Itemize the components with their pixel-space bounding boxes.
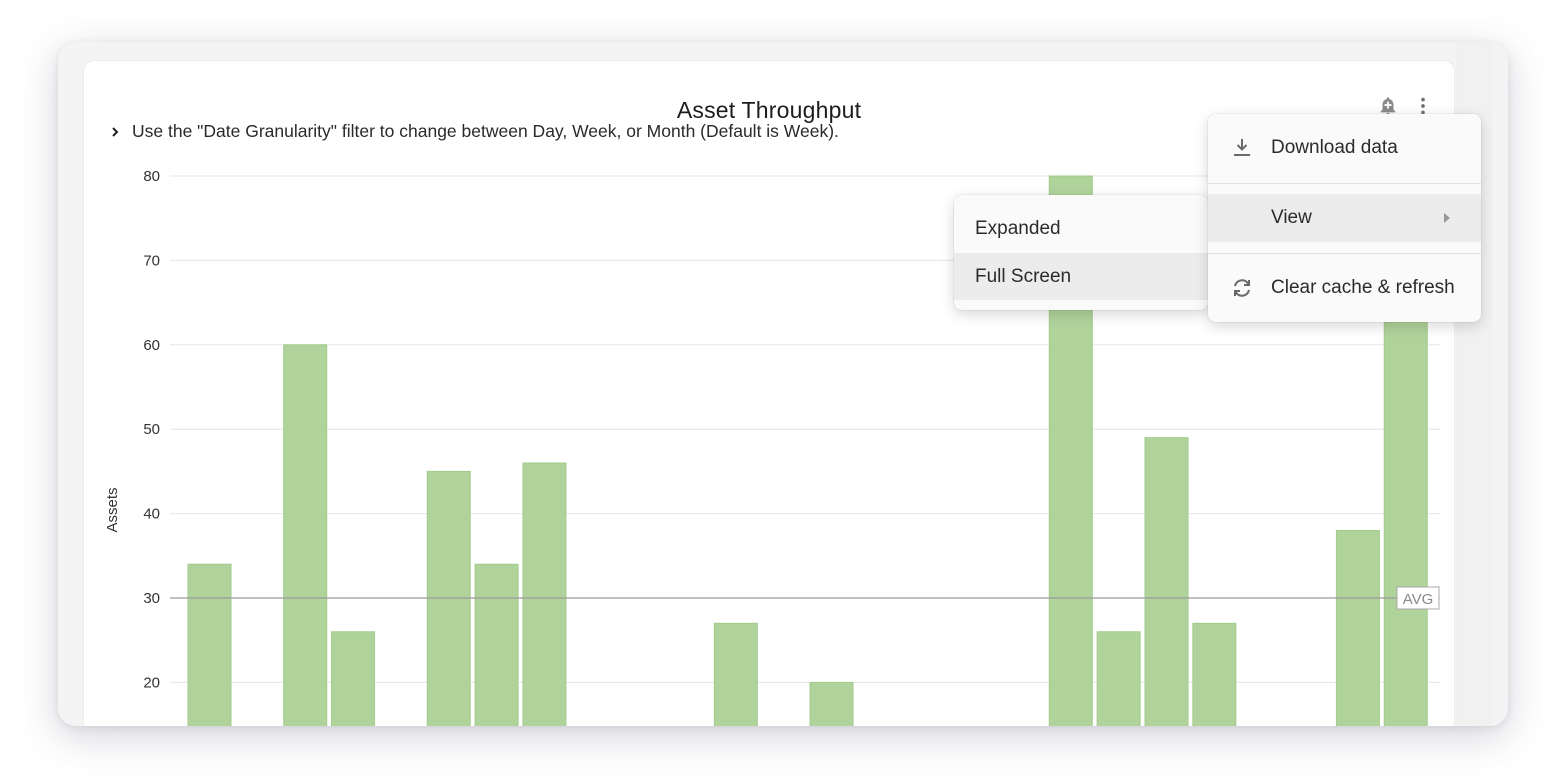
y-tick-label: 80 (143, 168, 160, 185)
download-icon (1234, 139, 1250, 156)
submenu-item-label: Expanded (975, 218, 1061, 239)
bar (331, 631, 376, 726)
menu-item-download-data[interactable]: Download data (1208, 124, 1481, 172)
bar (283, 344, 328, 726)
refresh-icon (1234, 279, 1250, 297)
menu-item-label: View (1271, 207, 1312, 228)
view-submenu: Expanded Full Screen (954, 195, 1208, 310)
y-axis-label: Assets (104, 487, 121, 532)
bar (1144, 437, 1189, 726)
bar (809, 681, 854, 726)
menu-item-view[interactable]: View (1208, 194, 1481, 242)
submenu-item-label: Full Screen (975, 265, 1072, 287)
menu-item-clear-cache[interactable]: Clear cache & refresh (1208, 264, 1481, 312)
menu-divider (1208, 183, 1481, 184)
bar (426, 470, 471, 726)
bar (522, 462, 567, 726)
menu-divider (1208, 253, 1481, 254)
bar (713, 622, 758, 726)
bar (187, 563, 232, 726)
bar (474, 563, 519, 726)
y-tick-label: 30 (143, 590, 160, 607)
bar (1192, 622, 1237, 726)
y-tick-label: 50 (143, 421, 160, 438)
y-tick-label: 70 (143, 252, 160, 269)
avg-label: AVG (1403, 591, 1434, 608)
tile-options-menu: Download data View Clear cache & refresh (1208, 114, 1481, 322)
bar (1096, 631, 1141, 726)
y-tick-label: 60 (143, 337, 160, 354)
submenu-item-full-screen[interactable]: Full Screen (954, 253, 1208, 300)
submenu-item-expanded[interactable]: Expanded (954, 205, 1208, 253)
submenu-arrow-icon (1444, 213, 1450, 223)
menu-item-label: Download data (1271, 137, 1398, 158)
y-tick-label: 40 (143, 506, 160, 523)
menu-item-label: Clear cache & refresh (1271, 277, 1455, 298)
bar (1335, 529, 1380, 726)
y-tick-label: 20 (143, 674, 160, 691)
